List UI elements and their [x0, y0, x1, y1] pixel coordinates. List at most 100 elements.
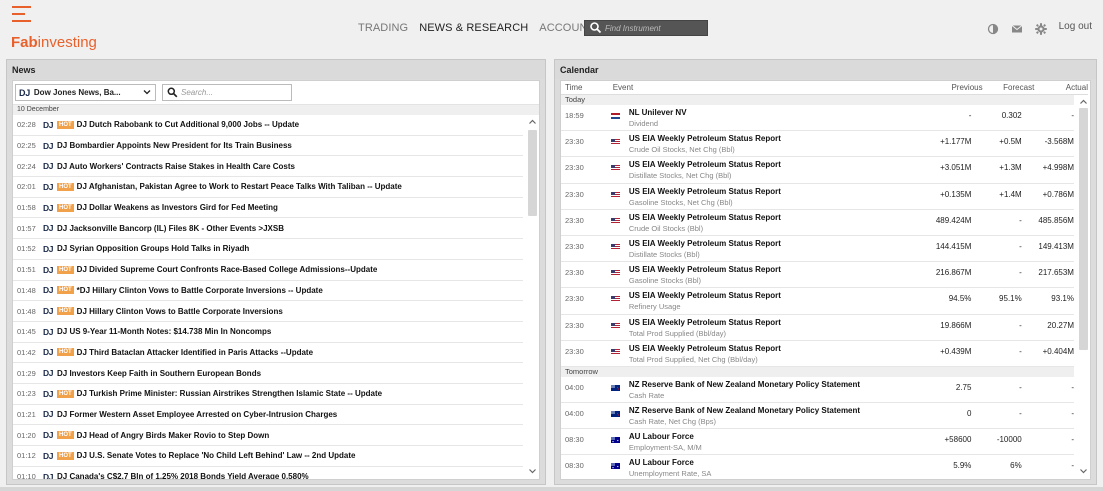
- event-actual: -: [1071, 461, 1074, 471]
- news-headline: DJ Third Bataclan Attacker Identified in…: [76, 347, 314, 357]
- menu-icon[interactable]: [12, 6, 32, 26]
- event-previous: 2.75: [955, 382, 972, 392]
- news-item[interactable]: 01:23 DJ HOT DJ Turkish Prime Minister: Rus…: [13, 384, 523, 405]
- event-time: 23:30: [565, 189, 584, 199]
- news-time: 01:58: [17, 203, 36, 213]
- calendar-row[interactable]: 23:30 US EIA Weekly Petroleum Status Repo…: [561, 157, 1074, 184]
- calendar-row[interactable]: 08:30 AU Labour Force Unemployment Rate, S…: [561, 455, 1074, 479]
- news-item[interactable]: 01:10 DJ DJ Canada's C$2.7 Bln of 1.25% 20…: [13, 467, 523, 480]
- logout-link[interactable]: Log out: [1059, 21, 1092, 32]
- calendar-row[interactable]: 04:00 NZ Reserve Bank of New Zealand Mone…: [561, 403, 1074, 430]
- news-item[interactable]: 01:52 DJ DJ Syrian Opposition Groups Hold …: [13, 239, 523, 260]
- news-source-select[interactable]: DJ Dow Jones News, Ba...: [15, 84, 156, 101]
- news-item[interactable]: 02:28 DJ HOT DJ Dutch Rabobank to Cut Addit…: [13, 115, 523, 136]
- calendar-panel-body: Time Event Previous Forecast Actual Toda…: [560, 80, 1091, 480]
- news-headline: DJ Investors Keep Faith in Southern Euro…: [57, 368, 262, 378]
- calendar-scroll-thumb[interactable]: [1079, 108, 1088, 350]
- calendar-row[interactable]: 04:00 NZ Reserve Bank of New Zealand Mone…: [561, 377, 1074, 404]
- calendar-row[interactable]: 23:30 US EIA Weekly Petroleum Status Repo…: [561, 341, 1074, 367]
- news-time: 01:57: [17, 223, 36, 233]
- news-item[interactable]: 01:51 DJ HOT DJ Divided Supreme Court Confr…: [13, 260, 523, 281]
- news-item[interactable]: 02:01 DJ HOT DJ Afghanistan, Pakistan Agree…: [13, 177, 523, 198]
- col-actual[interactable]: Actual: [1034, 83, 1088, 92]
- news-panel-body: DJ Dow Jones News, Ba... 10 December 02:…: [12, 80, 540, 480]
- event-previous: +0.439M: [940, 346, 972, 356]
- news-headline: DJ Bombardier Appoints New President for…: [57, 141, 292, 151]
- calendar-row[interactable]: 23:30 US EIA Weekly Petroleum Status Repo…: [561, 315, 1074, 341]
- event-detail: Cash Rate, Net Chg (Bps): [628, 417, 716, 427]
- top-nav: TRADING NEWS & RESEARCH ACCOUNT: [358, 22, 605, 34]
- logo[interactable]: Fabinvesting: [11, 34, 97, 51]
- news-item[interactable]: 01:29 DJ DJ Investors Keep Faith in Southe…: [13, 363, 523, 384]
- scroll-up-icon[interactable]: [528, 118, 537, 126]
- nav-trading[interactable]: TRADING: [358, 22, 408, 34]
- find-instrument-input[interactable]: [605, 23, 705, 33]
- news-headline: *DJ Hillary Clinton Vows to Battle Corpo…: [76, 285, 323, 295]
- gear-icon[interactable]: [1034, 22, 1048, 36]
- news-item[interactable]: 01:45 DJ DJ US 9-Year 11-Month Notes: $14.…: [13, 322, 523, 343]
- scroll-down-icon[interactable]: [1079, 467, 1088, 475]
- dj-logo-icon: DJ: [43, 471, 54, 480]
- calendar-row[interactable]: 23:30 US EIA Weekly Petroleum Status Repo…: [561, 210, 1074, 236]
- scroll-up-icon[interactable]: [1079, 98, 1088, 106]
- dj-logo-icon: DJ: [43, 285, 54, 296]
- col-previous[interactable]: Previous: [929, 83, 982, 92]
- calendar-row[interactable]: 08:30 AU Labour Force Employment-SA, M/M +5…: [561, 429, 1074, 456]
- news-item[interactable]: 02:24 DJ DJ Auto Workers' Contracts Raise …: [13, 156, 523, 178]
- news-scrollbar[interactable]: [526, 116, 539, 479]
- hot-badge: HOT: [57, 203, 74, 212]
- dj-logo-icon: DJ: [43, 388, 54, 399]
- hot-badge: HOT: [57, 389, 74, 398]
- news-item[interactable]: 01:58 DJ HOT DJ Dollar Weakens as Investors…: [13, 198, 523, 219]
- news-item[interactable]: 01:42 DJ HOT DJ Third Bataclan Attacker Ide…: [13, 343, 523, 364]
- news-time: 01:48: [17, 306, 36, 316]
- event-detail: Distillate Stocks (Bbl): [628, 249, 700, 259]
- calendar-row[interactable]: 23:30 US EIA Weekly Petroleum Status Repo…: [561, 236, 1074, 263]
- nav-news-research[interactable]: NEWS & RESEARCH: [419, 22, 528, 34]
- calendar-row[interactable]: 23:30 US EIA Weekly Petroleum Status Repo…: [561, 131, 1074, 158]
- hot-badge: HOT: [57, 120, 74, 129]
- news-time: 01:12: [17, 451, 36, 461]
- event-actual: +4.998M: [1042, 163, 1074, 173]
- scroll-down-icon[interactable]: [528, 467, 537, 475]
- news-item[interactable]: 01:12 DJ HOT DJ U.S. Senate Votes to Replac…: [13, 446, 523, 467]
- app-header: Fabinvesting TRADING NEWS & RESEARCH ACC…: [0, 0, 1103, 58]
- calendar-row[interactable]: 18:59 NL Unilever NV Dividend - 0.302 -: [561, 105, 1074, 132]
- calendar-row[interactable]: 23:30 US EIA Weekly Petroleum Status Repo…: [561, 184, 1074, 210]
- event-detail: Refinery Usage: [628, 302, 681, 312]
- dj-logo-icon: DJ: [43, 347, 54, 358]
- event-name: NL Unilever NV: [628, 108, 687, 117]
- news-search-input[interactable]: [181, 88, 281, 97]
- news-item[interactable]: 01:48 DJ HOT *DJ Hillary Clinton Vows to Ba…: [13, 281, 523, 302]
- news-date-header: 10 December: [13, 105, 539, 115]
- news-time: 01:51: [17, 265, 36, 275]
- event-previous: +0.135M: [940, 189, 972, 199]
- news-item[interactable]: 01:57 DJ DJ Jacksonville Bancorp (IL) File…: [13, 218, 523, 240]
- calendar-row[interactable]: 23:30 US EIA Weekly Petroleum Status Repo…: [561, 262, 1074, 289]
- news-item[interactable]: 01:21 DJ DJ Former Western Asset Employee …: [13, 405, 523, 426]
- news-headline: DJ Dollar Weakens as Investors Gird for …: [76, 203, 278, 213]
- contrast-icon[interactable]: [986, 22, 1000, 36]
- col-forecast[interactable]: Forecast: [983, 83, 1034, 92]
- dj-logo-icon: DJ: [43, 140, 54, 151]
- news-item[interactable]: 01:20 DJ HOT DJ Head of Angry Birds Maker R…: [13, 425, 523, 446]
- news-time: 01:52: [17, 244, 36, 254]
- event-time: 08:30: [565, 435, 584, 445]
- header-icons: [986, 22, 1048, 36]
- news-item[interactable]: 01:48 DJ HOT DJ Hillary Clinton Vows to Bat…: [13, 301, 523, 322]
- col-event[interactable]: Event: [613, 83, 929, 92]
- news-item[interactable]: 02:25 DJ DJ Bombardier Appoints New Presid…: [13, 136, 523, 157]
- news-headline: DJ Divided Supreme Court Confronts Race-…: [76, 265, 378, 275]
- logo-investing: investing: [37, 34, 97, 51]
- event-name: US EIA Weekly Petroleum Status Report: [628, 212, 781, 222]
- calendar-row[interactable]: 23:30 US EIA Weekly Petroleum Status Repo…: [561, 288, 1074, 315]
- event-forecast: -10000: [996, 435, 1022, 445]
- calendar-scrollbar[interactable]: [1077, 96, 1090, 479]
- event-name: US EIA Weekly Petroleum Status Report: [628, 265, 781, 275]
- col-time[interactable]: Time: [561, 83, 613, 92]
- dj-logo-icon: DJ: [43, 119, 54, 130]
- news-scroll-thumb[interactable]: [528, 130, 537, 216]
- hot-badge: HOT: [57, 348, 74, 357]
- dj-logo-icon: DJ: [43, 243, 54, 254]
- mail-icon[interactable]: [1010, 22, 1024, 36]
